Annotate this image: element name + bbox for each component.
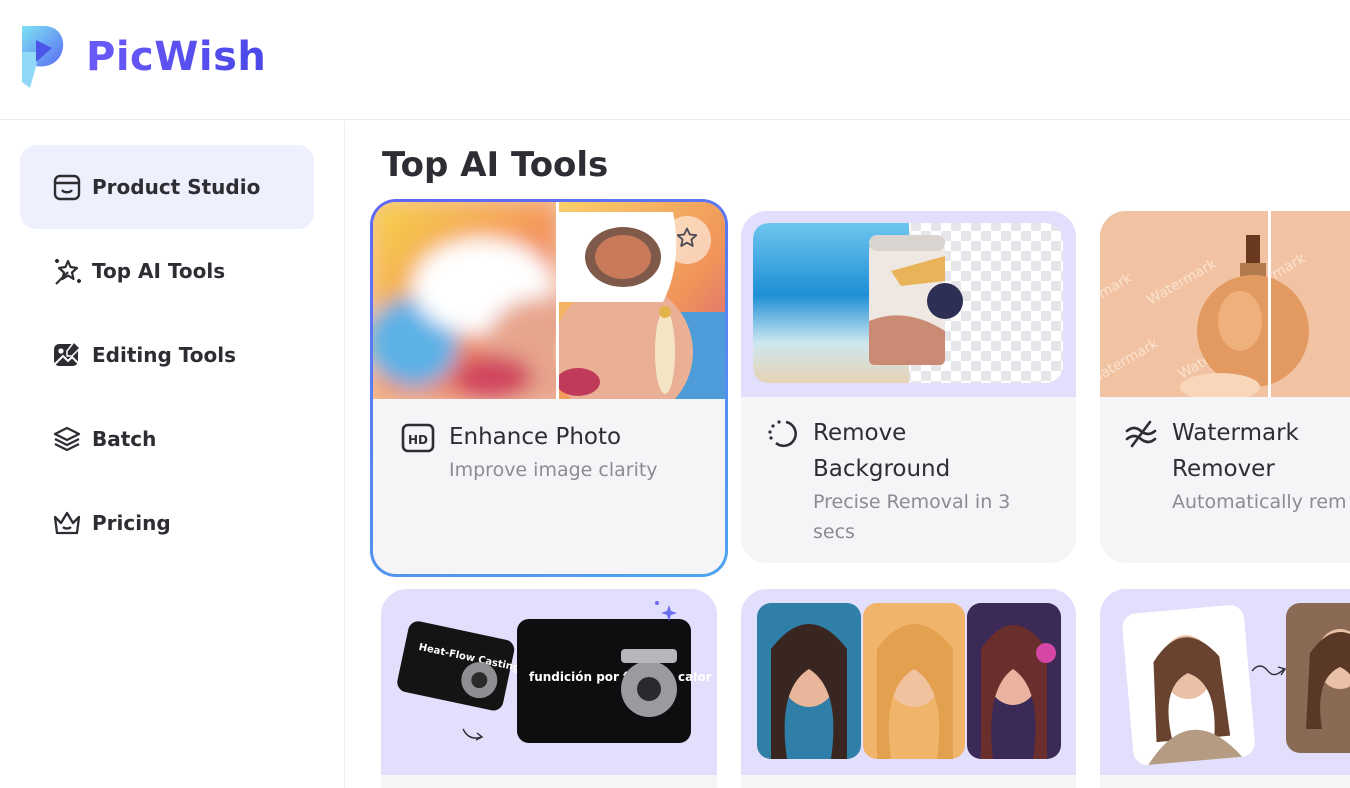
sidebar-item-top-ai-tools[interactable]: Top AI Tools — [20, 229, 314, 313]
sidebar-item-editing-tools[interactable]: Editing Tools — [20, 313, 314, 397]
layers-icon — [52, 423, 84, 455]
sidebar-item-pricing[interactable]: Pricing — [20, 481, 314, 565]
product-box-icon — [52, 171, 84, 203]
star-icon — [675, 226, 699, 254]
ai-portraits-thumbnail — [741, 589, 1076, 775]
strikethrough-approx-icon — [1124, 417, 1160, 453]
product-translate-thumbnail: Heat-Flow Casting fundición por flujo de… — [381, 589, 717, 775]
sidebar-item-label: Top AI Tools — [92, 259, 226, 283]
crown-icon — [52, 507, 84, 539]
tool-card-ai-background[interactable] — [1100, 589, 1350, 788]
svg-text:HD: HD — [408, 433, 428, 447]
watermark-remover-thumbnail: Watermark Watermark Watermark Watermark … — [1100, 211, 1350, 397]
top-header: PicWish — [0, 0, 1350, 120]
sidebar-item-label: Pricing — [92, 511, 171, 535]
tool-description: Automatically rem text — [1172, 491, 1350, 513]
picwish-logo-icon — [22, 26, 64, 88]
favorite-star-button[interactable] — [663, 216, 711, 264]
tool-description: Improve image clarity — [449, 459, 658, 481]
brand-logo[interactable]: PicWish — [18, 22, 266, 92]
sidebar: Product Studio Top AI Tools Editing Tool… — [0, 121, 345, 788]
sidebar-item-label: Editing Tools — [92, 343, 236, 367]
tool-card-body: Watermark Remover Automatically rem text — [1100, 397, 1350, 535]
tool-card-remove-background[interactable]: Remove Background Precise Removal in 3 s… — [741, 211, 1076, 563]
tool-card-body: Remove Background Precise Removal in 3 s… — [741, 397, 1076, 563]
tool-card-ai-portraits[interactable] — [741, 589, 1076, 788]
ai-background-thumbnail — [1100, 589, 1350, 775]
tool-card-body: HD Enhance Photo Improve image clarity — [373, 399, 725, 505]
remove-background-thumbnail — [741, 211, 1076, 397]
dotted-circle-icon — [765, 417, 801, 453]
tool-title: Enhance Photo — [449, 424, 622, 450]
sidebar-item-batch[interactable]: Batch — [20, 397, 314, 481]
tool-description: Precise Removal in 3 secs — [813, 491, 1011, 543]
tool-title: Watermark Remover — [1172, 420, 1299, 482]
sidebar-item-label: Batch — [92, 427, 157, 451]
brand-name: PicWish — [86, 34, 267, 80]
tool-title: Remove Background — [813, 420, 951, 482]
tool-card-enhance-photo[interactable]: HD Enhance Photo Improve image clarity — [370, 199, 728, 577]
enhance-photo-thumbnail — [373, 202, 725, 399]
hd-icon: HD — [401, 421, 437, 457]
section-title: Top AI Tools — [382, 145, 609, 185]
sidebar-item-product-studio[interactable]: Product Studio — [20, 145, 314, 229]
magic-wand-icon — [52, 255, 84, 287]
main-content: Top AI Tools HD Enhance Photo Improve im… — [346, 121, 1350, 788]
product-label-text: fundición por flujo de calor — [529, 670, 712, 684]
sidebar-item-label: Product Studio — [92, 175, 261, 199]
image-edit-icon — [52, 339, 84, 371]
tool-card-watermark-remover[interactable]: Watermark Watermark Watermark Watermark … — [1100, 211, 1350, 563]
tool-card-product-translate[interactable]: Heat-Flow Casting fundición por flujo de… — [381, 589, 717, 788]
